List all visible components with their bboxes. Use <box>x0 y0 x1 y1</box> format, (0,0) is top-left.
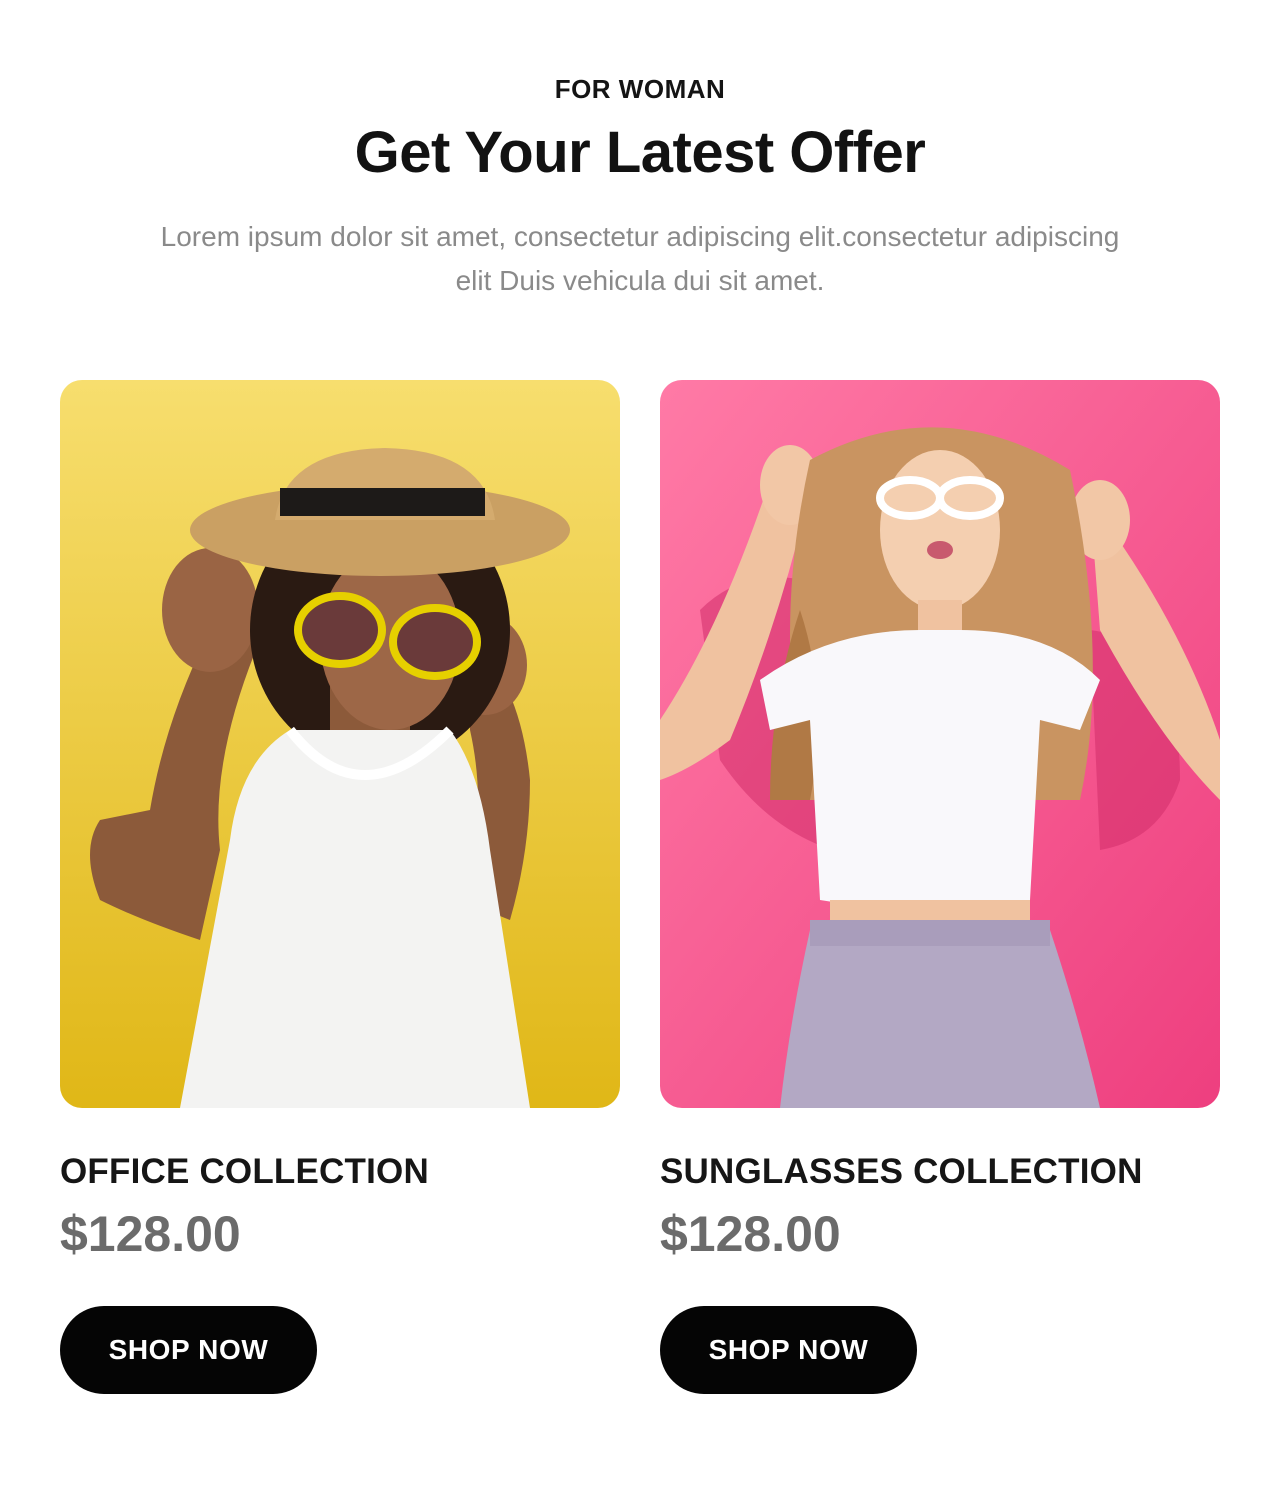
section-description: Lorem ipsum dolor sit amet, consectetur … <box>160 221 1120 296</box>
product-price: $128.00 <box>60 1206 241 1262</box>
product-card-office: OFFICE COLLECTION $128.00 SHOP NOW <box>60 380 620 1394</box>
section-eyebrow: FOR WOMAN <box>554 74 726 104</box>
product-title: SUNGLASSES COLLECTION <box>660 1152 1143 1191</box>
product-image-office[interactable] <box>60 380 620 1108</box>
woman-white-glasses-pink-photo <box>660 380 1220 1108</box>
section-title: Get Your Latest Offer <box>354 120 926 185</box>
shop-now-button[interactable]: SHOP NOW <box>660 1306 917 1394</box>
shop-now-button[interactable]: SHOP NOW <box>60 1306 317 1394</box>
offer-section: FOR WOMAN Get Your Latest Offer Lorem ip… <box>0 0 1280 1500</box>
product-price: $128.00 <box>660 1206 841 1262</box>
woman-straw-hat-yellow-sunglasses-photo <box>60 380 620 1108</box>
product-title: OFFICE COLLECTION <box>60 1152 429 1191</box>
product-image-sunglasses[interactable] <box>660 380 1220 1108</box>
product-card-sunglasses: SUNGLASSES COLLECTION $128.00 SHOP NOW <box>660 380 1220 1394</box>
